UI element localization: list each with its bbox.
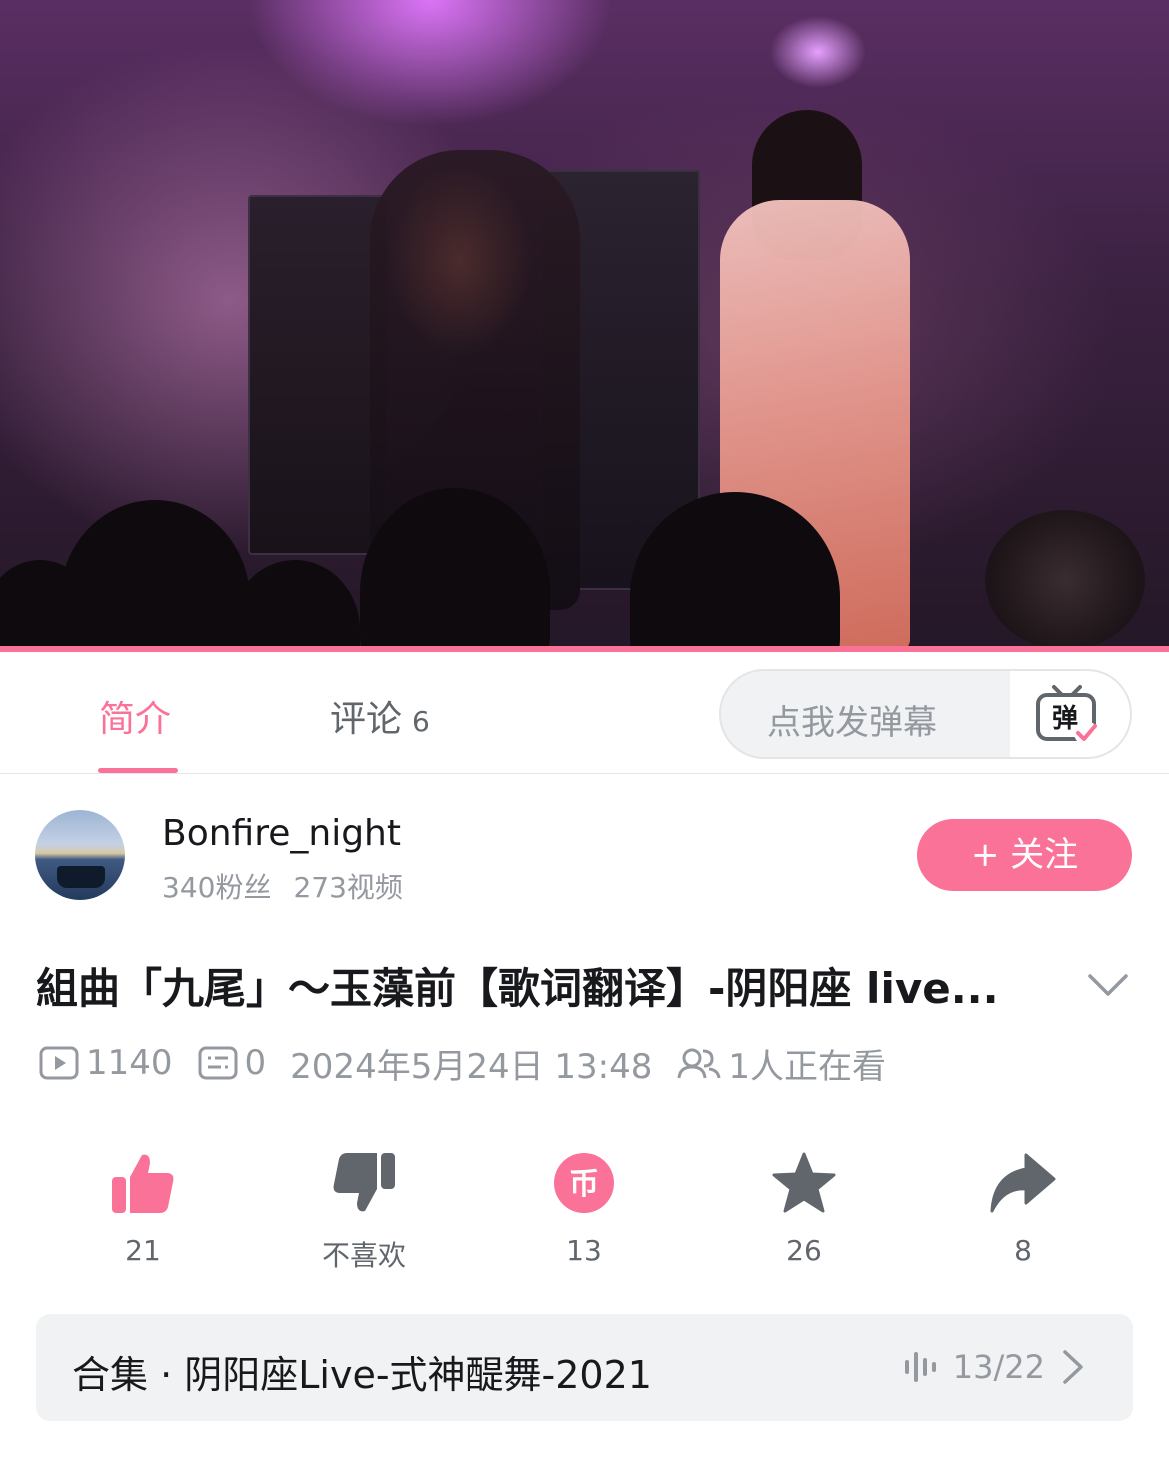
coin-count: 13 (566, 1234, 602, 1267)
viewers-icon (677, 1048, 721, 1079)
danmaku-input[interactable]: 点我发弹幕 (767, 695, 937, 744)
danmaku-toggle-icon: 弹 (1036, 685, 1098, 745)
audience-head (230, 560, 360, 652)
collection-title: 合集 · 阴阳座Live-式神醍舞-2021 (72, 1353, 652, 1397)
active-tab-indicator (98, 768, 178, 773)
uploader-followers: 340粉丝 (162, 871, 272, 904)
coin-button[interactable]: 币 13 (514, 1148, 654, 1267)
danmaku-bar: 点我发弹幕 弹 (719, 669, 1132, 759)
svg-text:弹: 弹 (1052, 704, 1078, 734)
favorite-button[interactable]: 26 (734, 1148, 874, 1267)
share-button[interactable]: 8 (953, 1148, 1093, 1267)
thumbs-up-icon (112, 1154, 174, 1213)
thumbs-down-icon (333, 1153, 395, 1212)
svg-text:币: 币 (569, 1167, 599, 1202)
dislike-label: 不喜欢 (321, 1239, 406, 1272)
like-button[interactable]: 21 (73, 1148, 213, 1267)
comment-count: 6 (412, 705, 430, 738)
share-icon (990, 1153, 1056, 1213)
tab-bar: 简介 评论 6 点我发弹幕 弹 (0, 652, 1169, 774)
avatar-boat-shape (57, 866, 105, 888)
tab-comments[interactable]: 评论 6 (330, 690, 430, 742)
danmaku-toggle-button[interactable]: 弹 (1010, 671, 1130, 757)
play-count-icon (39, 1046, 79, 1080)
collection-progress: 13/22 (887, 1348, 1085, 1386)
watching-count: 1人正在看 (728, 1046, 887, 1087)
audio-bars-icon (904, 1352, 936, 1382)
uploader-videos: 273视频 (293, 871, 403, 904)
stage-amplifier (248, 195, 388, 555)
chevron-down-icon[interactable] (1086, 970, 1130, 1000)
share-count: 8 (1014, 1234, 1032, 1267)
publish-date: 2024年5月24日 13:48 (290, 1046, 653, 1087)
video-meta: 1140 0 2024年5月24日 13:48 1人正在看 (38, 1040, 887, 1087)
collection-episode: 13/22 (952, 1348, 1045, 1386)
tab-intro[interactable]: 简介 (99, 690, 171, 742)
danmaku-count-icon (198, 1046, 238, 1080)
stage-drum (985, 510, 1145, 650)
follow-button[interactable]: + 关注 (917, 819, 1132, 891)
tab-comments-label: 评论 (330, 699, 403, 740)
collection-card[interactable]: 合集 · 阴阳座Live-式神醍舞-2021 13/22 (36, 1314, 1133, 1421)
dislike-button[interactable]: 不喜欢 (294, 1148, 434, 1274)
view-count: 1140 (86, 1043, 173, 1083)
favorite-count: 26 (786, 1234, 822, 1267)
uploader-stats: 340粉丝 273视频 (162, 866, 403, 906)
chevron-right-icon (1063, 1350, 1083, 1384)
video-title: 組曲「九尾」～玉藻前【歌词翻译】-阴阳座 live... (36, 964, 999, 1013)
like-count: 21 (125, 1234, 161, 1267)
danmaku-count: 0 (244, 1043, 267, 1083)
coin-icon: 币 (554, 1153, 614, 1213)
star-icon (772, 1152, 836, 1213)
uploader-avatar[interactable] (35, 810, 125, 900)
video-player[interactable] (0, 0, 1169, 652)
uploader-name[interactable]: Bonfire_night (162, 813, 401, 854)
audience-head (60, 500, 250, 652)
